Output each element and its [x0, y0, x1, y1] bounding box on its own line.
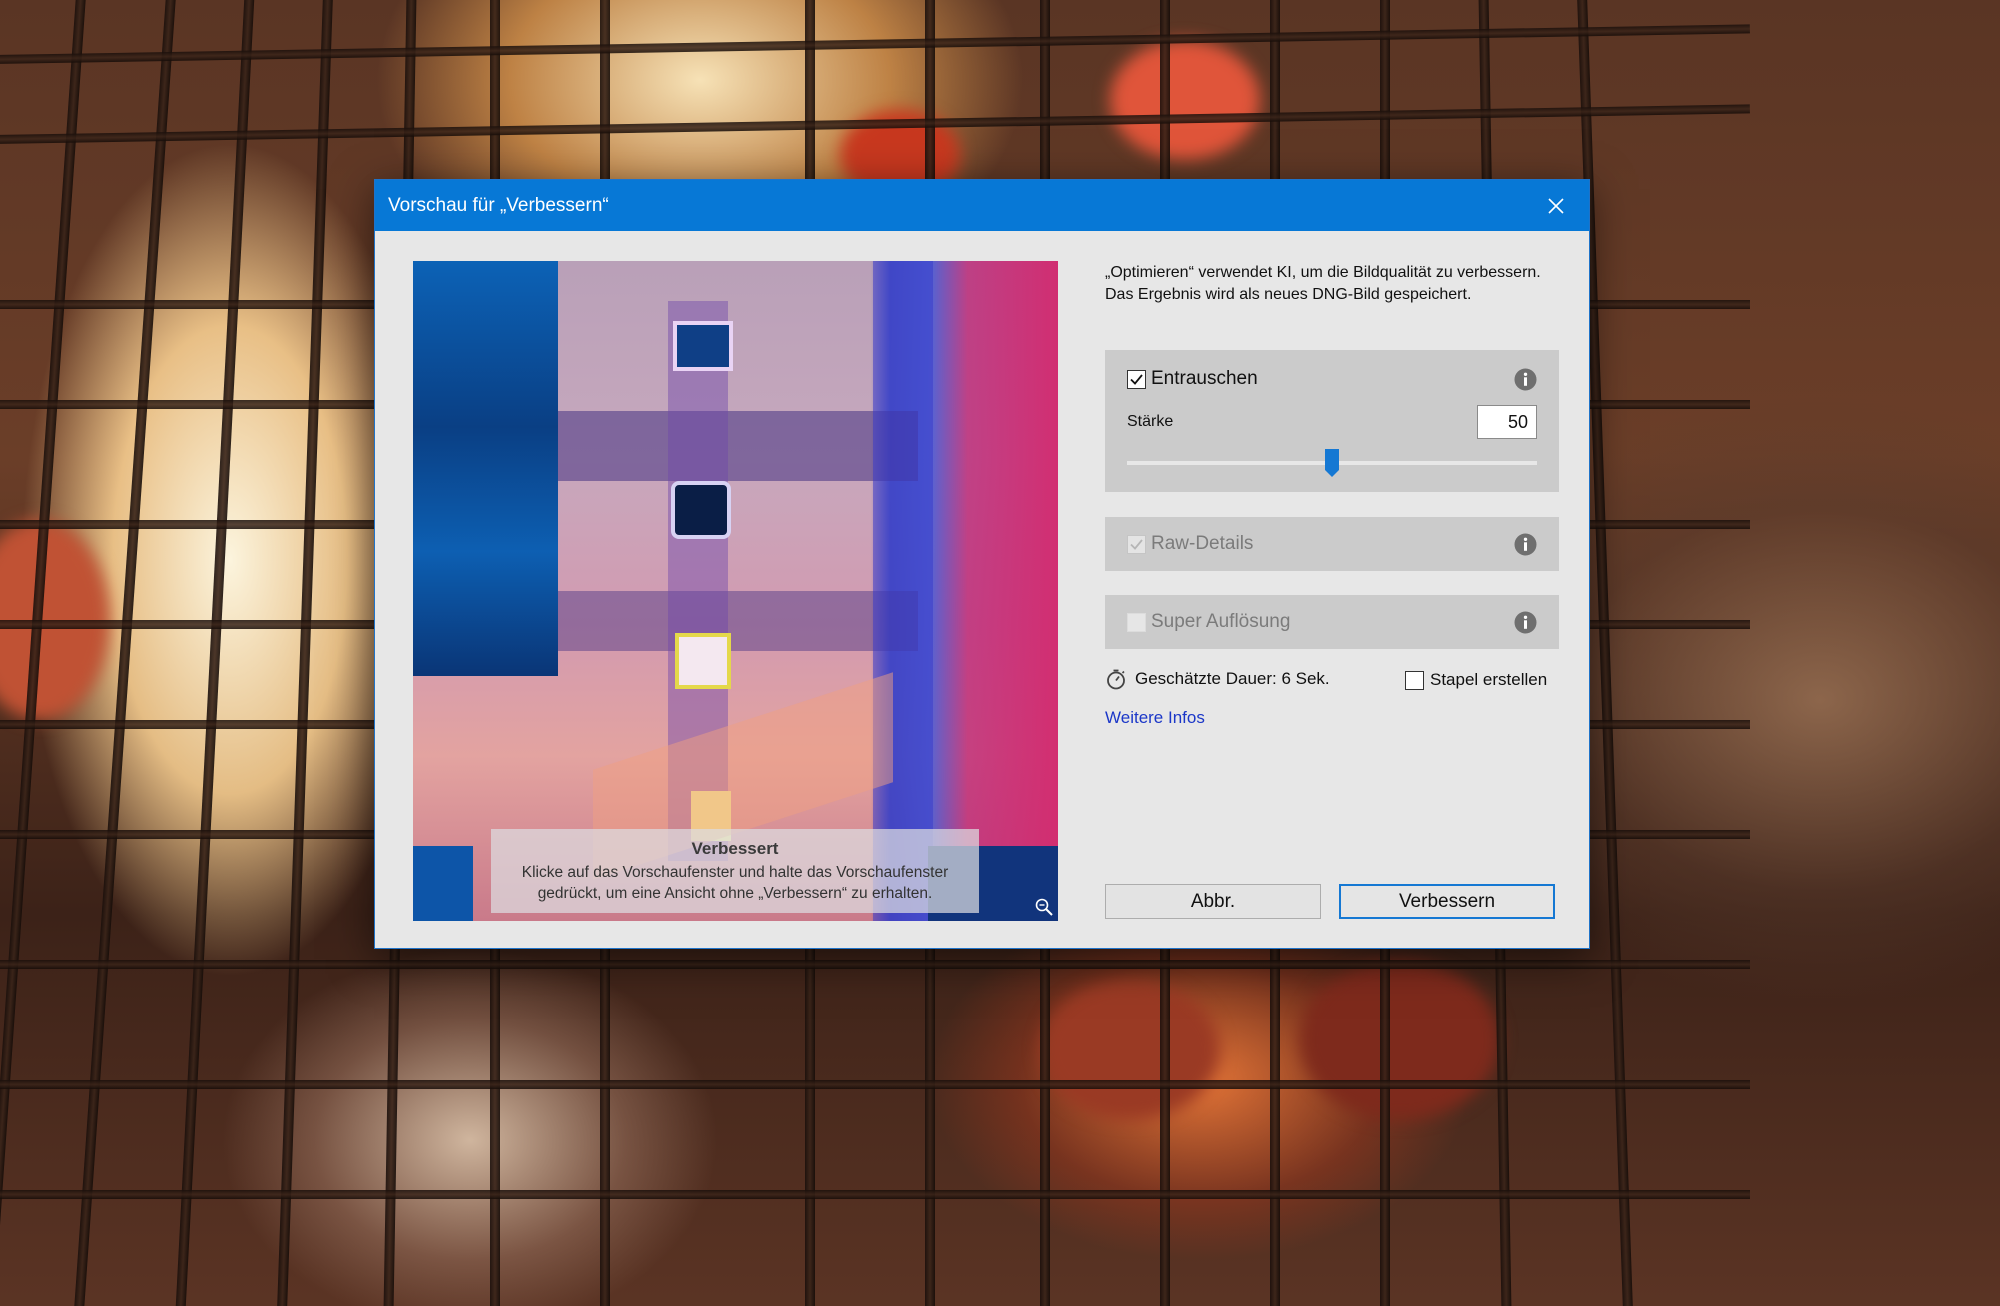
enhance-button[interactable]: Verbessern	[1339, 884, 1555, 919]
checkmark-icon	[1130, 538, 1143, 550]
cancel-button[interactable]: Abbr.	[1105, 884, 1321, 919]
super-resolution-panel: Super Auflösung	[1105, 595, 1559, 649]
title-bar[interactable]: Vorschau für „Verbessern“	[375, 180, 1589, 231]
grill-bar	[275, 0, 335, 1306]
create-stack-label: Stapel erstellen	[1430, 670, 1548, 689]
preview-artifact	[673, 321, 733, 371]
stopwatch-icon	[1107, 669, 1125, 690]
strength-input[interactable]	[1477, 405, 1537, 439]
preview-artifact	[671, 481, 731, 539]
estimated-duration: Geschätzte Dauer: 6 Sek.	[1105, 668, 1330, 690]
super-resolution-checkbox[interactable]	[1127, 612, 1146, 632]
enhance-preview-dialog: Vorschau für „Verbessern“ Verbessert Kli…	[374, 179, 1590, 949]
preview-grill-bar	[873, 261, 933, 921]
preview-grill-bar	[558, 411, 918, 481]
denoise-checkbox[interactable]	[1127, 369, 1146, 389]
preview-overlay-hint: Klicke auf das Vorschaufenster und halte…	[521, 864, 949, 902]
close-icon	[1548, 197, 1564, 214]
grill-bar	[0, 960, 1750, 969]
preview-overlay-title: Verbessert	[691, 839, 779, 858]
strength-label: Stärke	[1127, 413, 1174, 430]
info-icon[interactable]	[1514, 611, 1537, 634]
duration-text: Geschätzte Dauer: 6 Sek.	[1135, 669, 1330, 688]
raw-details-label: Raw-Details	[1151, 533, 1254, 554]
zoom-icon[interactable]	[1034, 897, 1054, 917]
raw-details-checkbox[interactable]	[1127, 534, 1146, 554]
description-text: „Optimieren“ verwendet KI, um die Bildqu…	[1105, 264, 1541, 303]
preview-grill-bar	[413, 846, 473, 921]
info-icon[interactable]	[1514, 533, 1537, 556]
super-resolution-label: Super Auflösung	[1151, 611, 1291, 632]
info-icon[interactable]	[1514, 368, 1537, 391]
preview-image[interactable]: Verbessert Klicke auf das Vorschaufenste…	[413, 261, 1058, 921]
denoise-panel: Entrauschen Stärke	[1105, 350, 1559, 492]
dialog-title: Vorschau für „Verbessern“	[388, 194, 609, 216]
preview-grill-bar	[413, 261, 558, 676]
ember-blob	[1110, 40, 1260, 160]
preview-artifact	[675, 633, 731, 689]
slider-thumb[interactable]	[1325, 449, 1339, 477]
close-button[interactable]	[1541, 191, 1571, 221]
create-stack-checkbox[interactable]	[1405, 670, 1424, 690]
denoise-label: Entrauschen	[1151, 368, 1258, 389]
grill-bar	[0, 1080, 1750, 1089]
preview-overlay: Verbessert Klicke auf das Vorschaufenste…	[491, 829, 979, 913]
preview-grill-bar	[558, 591, 918, 651]
raw-details-panel: Raw-Details	[1105, 517, 1559, 571]
ember-blob	[1040, 980, 1220, 1120]
grill-bar	[173, 0, 257, 1306]
grill-bar	[0, 1190, 1750, 1199]
create-stack-option[interactable]: Stapel erstellen	[1405, 670, 1547, 690]
ember-blob	[1300, 960, 1500, 1120]
more-info-link[interactable]: Weitere Infos	[1105, 708, 1205, 728]
checkmark-icon	[1130, 373, 1143, 385]
strength-slider[interactable]	[1127, 440, 1537, 484]
